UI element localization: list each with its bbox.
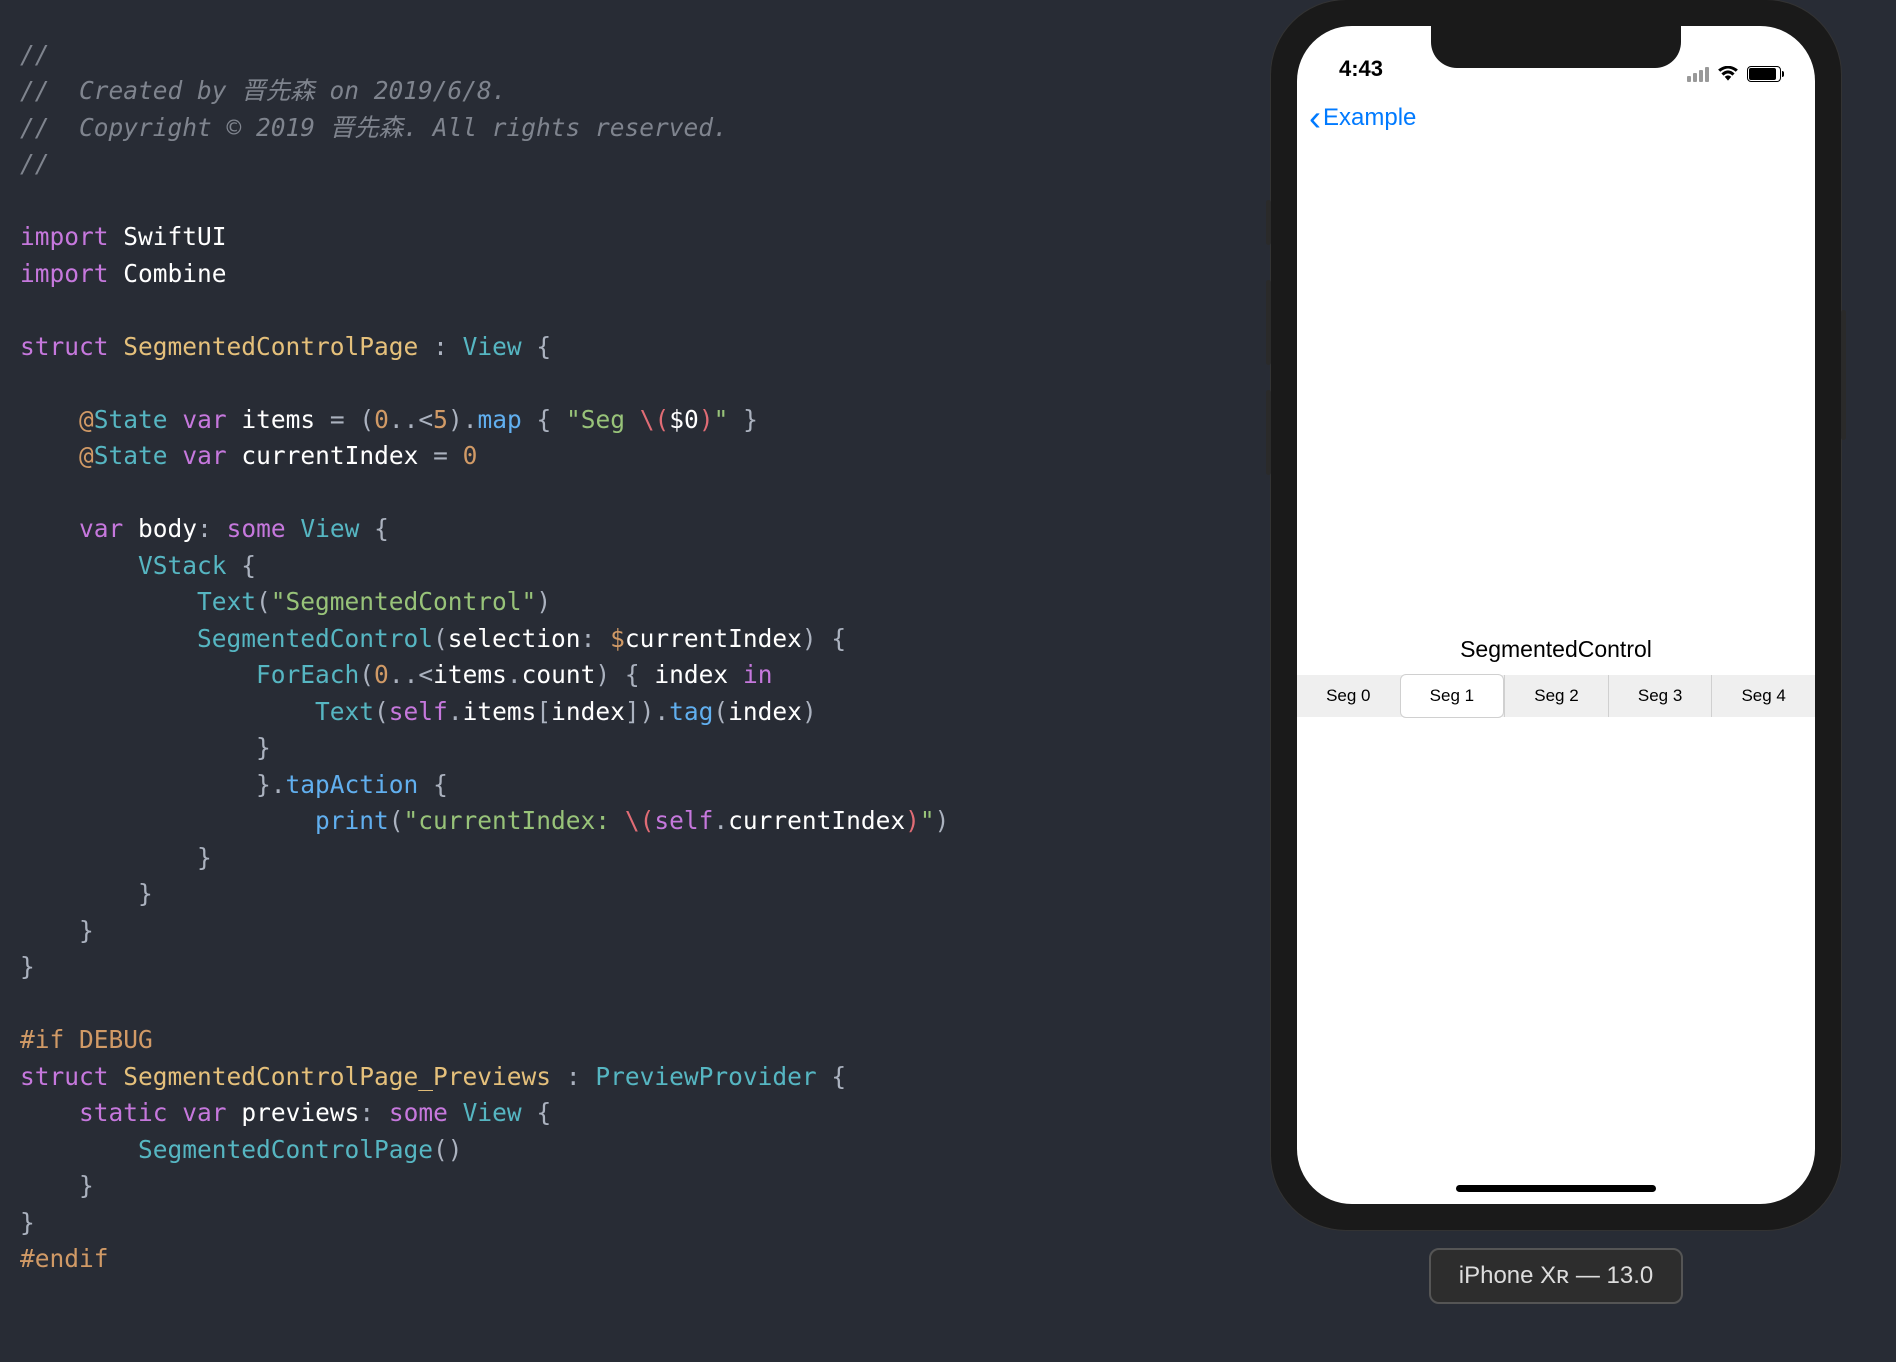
var-items: items	[241, 405, 315, 434]
print-fn: print	[315, 806, 389, 835]
var-currentindex: currentIndex	[241, 441, 418, 470]
content-area: SegmentedControl Seg 0Seg 1Seg 2Seg 3Seg…	[1297, 148, 1815, 1204]
vstack: VStack	[138, 551, 227, 580]
comment-line: // Copyright © 2019 晋先森. All rights rese…	[20, 113, 728, 142]
var-body: body	[138, 514, 197, 543]
comment-line: //	[20, 149, 50, 178]
signal-icon	[1687, 67, 1709, 82]
back-label: Example	[1323, 104, 1416, 132]
segmentedcontrol-fn: SegmentedControl	[197, 624, 433, 653]
previews-struct: SegmentedControlPage_Previews	[123, 1062, 551, 1091]
segment-item[interactable]: Seg 1	[1400, 674, 1505, 718]
battery-icon	[1747, 66, 1781, 82]
simulator-preview: 4:43 ‹ Example SegmentedControl Seg 0Seg…	[1256, 0, 1856, 1304]
import-keyword: import	[20, 259, 109, 288]
segmented-control[interactable]: Seg 0Seg 1Seg 2Seg 3Seg 4	[1297, 675, 1815, 717]
segment-item[interactable]: Seg 0	[1297, 675, 1400, 717]
home-indicator[interactable]	[1456, 1185, 1656, 1192]
phone-frame: 4:43 ‹ Example SegmentedControl Seg 0Seg…	[1271, 0, 1841, 1230]
phone-screen[interactable]: 4:43 ‹ Example SegmentedControl Seg 0Seg…	[1297, 26, 1815, 1204]
notch	[1431, 26, 1681, 68]
comment-line: //	[20, 40, 50, 69]
code-editor[interactable]: // // Created by 晋先森 on 2019/6/8. // Cop…	[0, 0, 1260, 1362]
segment-item[interactable]: Seg 2	[1504, 675, 1608, 717]
import-module: SwiftUI	[123, 222, 226, 251]
segment-item[interactable]: Seg 3	[1608, 675, 1712, 717]
comment-line: // Created by 晋先森 on 2019/6/8.	[20, 76, 507, 105]
chevron-left-icon: ‹	[1309, 100, 1321, 136]
back-button[interactable]: ‹ Example	[1309, 100, 1416, 136]
side-button	[1266, 390, 1271, 475]
tapaction-fn: tapAction	[286, 770, 419, 799]
import-module: Combine	[123, 259, 226, 288]
device-label[interactable]: iPhone Xʀ — 13.0	[1429, 1248, 1683, 1304]
foreach-fn: ForEach	[256, 660, 359, 689]
state-attribute: @	[79, 405, 94, 434]
segmented-title: SegmentedControl	[1460, 636, 1652, 663]
status-time: 4:43	[1339, 56, 1383, 82]
segment-item[interactable]: Seg 4	[1711, 675, 1815, 717]
struct-keyword: struct	[20, 332, 109, 361]
navigation-bar: ‹ Example	[1297, 88, 1815, 148]
wifi-icon	[1717, 66, 1739, 82]
side-button	[1266, 280, 1271, 365]
if-debug: #if DEBUG	[20, 1025, 153, 1054]
side-button	[1841, 310, 1846, 440]
struct-name: SegmentedControlPage	[123, 332, 418, 361]
text-fn: Text	[197, 587, 256, 616]
endif: #endif	[20, 1244, 109, 1273]
protocol-name: View	[463, 332, 522, 361]
side-button	[1266, 200, 1271, 245]
import-keyword: import	[20, 222, 109, 251]
